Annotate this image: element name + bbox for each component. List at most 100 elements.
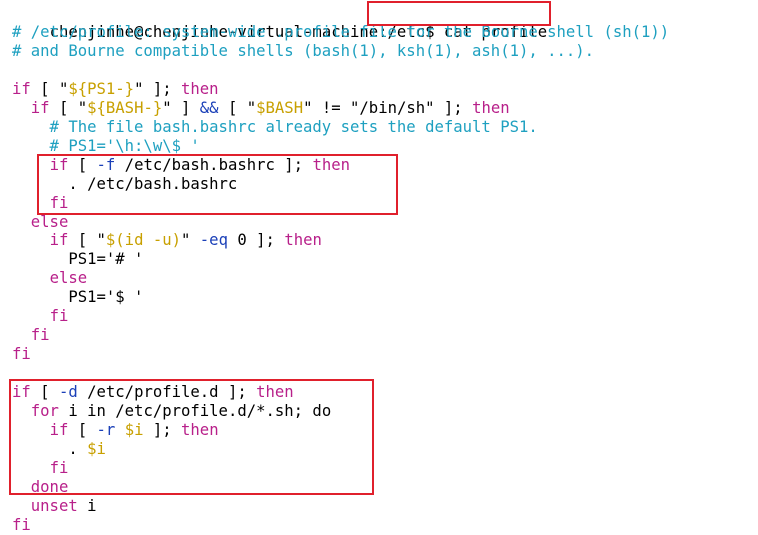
code-token: then [181, 79, 219, 98]
code-token: [ " [49, 98, 88, 117]
output-line: # The file bash.bashrc already sets the … [12, 118, 538, 137]
output-line: . $i [12, 440, 106, 459]
code-token: [ [68, 420, 97, 439]
code-token: $i [87, 439, 106, 458]
output-line: fi [12, 193, 69, 213]
code-token: $i [124, 420, 144, 439]
output-line: else [12, 212, 69, 232]
code-token: # PS1='\h:\w\$ ' [12, 136, 200, 155]
code-token: $BASH [256, 98, 304, 117]
code-token: if [49, 155, 69, 174]
code-token: fi [12, 345, 31, 364]
code-token: . [12, 439, 88, 458]
output-line: if [ -d /etc/profile.d ]; then [12, 383, 294, 402]
code-token: && [199, 98, 219, 117]
code-token: [ " [68, 231, 106, 250]
output-line: # PS1='\h:\w\$ ' [12, 137, 200, 156]
output-line: else [12, 269, 88, 288]
code-token: i in /etc/profile.d/*.sh; do [58, 402, 332, 420]
code-token: # The file bash.bashrc already sets the … [12, 117, 538, 136]
code-token: for [30, 402, 59, 420]
code-token: [ [30, 383, 59, 402]
output-line: fi [12, 326, 50, 345]
output-line: if [ -f /etc/bash.bashrc ]; then [12, 156, 350, 175]
prompt-line: chenjinhe@chenjinhe-virtual-machine:/etc… [12, 4, 548, 41]
code-token: ${BASH-} [87, 98, 163, 117]
code-token: PS1='$ ' [12, 288, 144, 307]
code-token: [ " [30, 79, 69, 98]
code-token: -d [58, 383, 78, 402]
code-token: [ " [218, 98, 257, 117]
output-line: if [ -r $i ]; then [12, 421, 219, 440]
code-token: # /etc/profile: system-wide .profile fil… [12, 23, 670, 41]
code-token: fi [49, 458, 69, 477]
output-line: PS1='$ ' [12, 288, 143, 307]
code-token: ]; [143, 420, 182, 439]
code-token: if [12, 383, 31, 402]
code-token: " ] [162, 98, 200, 117]
output-line: fi [12, 458, 69, 478]
output-line: fi [12, 345, 31, 364]
code-token: unset [30, 496, 78, 515]
code-token: if [49, 420, 69, 439]
output-line: if [ "${BASH-}" ] && [ "$BASH" != "/bin/… [12, 99, 510, 118]
code-token: /etc/bash.bashrc ]; [115, 155, 313, 174]
code-token: if [49, 231, 69, 250]
output-line: PS1='# ' [12, 250, 143, 269]
code-token: " != "/bin/sh" ]; [303, 98, 473, 117]
code-token: then [284, 231, 322, 250]
code-token: if [12, 79, 31, 98]
output-line: fi [12, 307, 69, 326]
code-token: done [30, 477, 69, 496]
output-line: fi [12, 516, 31, 535]
code-token: then [256, 383, 294, 402]
code-token: -eq [199, 231, 228, 250]
code-token: then [472, 98, 510, 117]
code-token: # and Bourne compatible shells (bash(1),… [12, 41, 595, 60]
output-line: if [ "${PS1-}" ]; then [12, 80, 219, 99]
code-token: else [49, 269, 88, 288]
terminal-window[interactable]: chenjinhe@chenjinhe-virtual-machine:/etc… [0, 0, 758, 534]
code-token: fi [49, 307, 69, 326]
code-token: else [30, 212, 69, 231]
code-token: if [30, 98, 50, 117]
code-token: 0 ]; [227, 231, 285, 250]
code-token: then [312, 155, 351, 174]
code-token: fi [49, 193, 69, 212]
code-token: -f [96, 155, 116, 174]
code-token: fi [30, 326, 50, 345]
output-line: # and Bourne compatible shells (bash(1),… [12, 42, 594, 61]
code-token: -r [96, 420, 116, 439]
output-line: . /etc/bash.bashrc [12, 175, 237, 194]
output-line: # /etc/profile: system-wide .profile fil… [12, 23, 669, 42]
code-token: [ [68, 155, 97, 174]
code-token: $(id -u) [105, 231, 182, 250]
output-line: unset i [12, 497, 97, 516]
code-token: then [181, 420, 219, 439]
output-line: for i in /etc/profile.d/*.sh; do [12, 402, 331, 421]
code-token: " [181, 231, 200, 250]
output-line: done [12, 477, 69, 497]
code-token: " ]; [134, 79, 182, 98]
code-token: . /etc/bash.bashrc [12, 174, 238, 193]
output-line: if [ "$(id -u)" -eq 0 ]; then [12, 231, 322, 250]
code-token: /etc/profile.d ]; [77, 383, 257, 402]
code-token: i [77, 496, 97, 515]
code-token: ${PS1-} [68, 79, 135, 98]
code-token: fi [12, 515, 31, 534]
code-token: PS1='# ' [12, 250, 144, 269]
